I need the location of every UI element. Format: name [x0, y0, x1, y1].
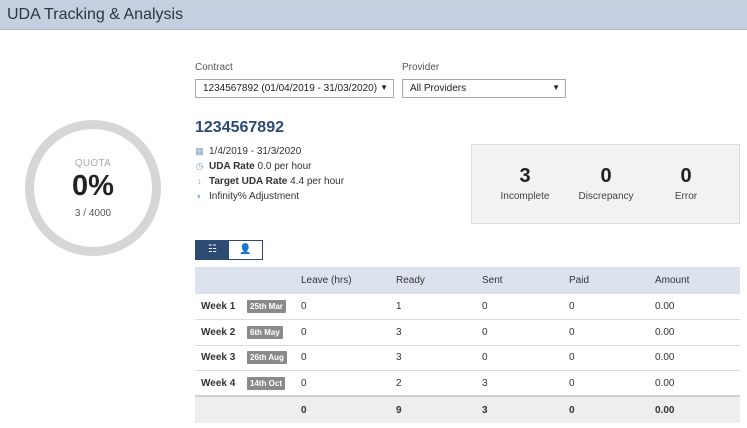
header-leave: Leave (hrs)	[301, 267, 396, 294]
contract-date-range: ▦ 1/4/2019 - 31/3/2020	[195, 146, 301, 157]
cell-paid: 0	[569, 345, 655, 372]
cell-leave: 0	[301, 370, 396, 397]
table-row[interactable]: Week 1 25th Mar 0 1 0 0 0.00	[195, 294, 740, 321]
header-amount: Amount	[655, 267, 740, 294]
cell-amount: 0.00	[655, 319, 740, 346]
cell-ready: 3	[396, 319, 482, 346]
stat-incomplete[interactable]: 3 Incomplete	[480, 165, 570, 202]
cell-amount: 0.00	[655, 345, 740, 372]
cell-leave: 0	[301, 294, 396, 321]
cell-paid: 0	[569, 294, 655, 321]
total-paid: 0	[569, 395, 655, 424]
date-badge: 6th May	[247, 325, 283, 339]
stat-value: 0	[680, 165, 692, 187]
week-label: Week 3	[195, 345, 247, 372]
header-sent: Sent	[482, 267, 569, 294]
uda-rate-value: 0.0 per hour	[257, 161, 312, 172]
total-amount: 0.00	[655, 395, 740, 424]
target-rate-row: ↓ Target UDA Rate 4.4 per hour	[195, 176, 344, 187]
contract-select[interactable]: 1234567892 (01/04/2019 - 31/03/2020) ▼	[195, 79, 394, 98]
provider-select-value: All Providers	[410, 83, 467, 94]
table-row[interactable]: Week 2 6th May 0 3 0 0 0.00	[195, 319, 740, 346]
stat-discrepancy[interactable]: 0 Discrepancy	[561, 165, 651, 202]
cell-sent: 3	[482, 370, 569, 397]
header-date	[247, 267, 301, 294]
contract-number: 1234567892	[195, 119, 284, 136]
date-range-text: 1/4/2019 - 31/3/2020	[209, 146, 302, 157]
totals-blank	[247, 395, 301, 424]
quota-percent: 0%	[72, 170, 114, 202]
view-toggle: ☷ 👤	[195, 240, 263, 260]
calendar-icon: ▦	[195, 146, 204, 156]
cell-leave: 0	[301, 345, 396, 372]
chevron-down-icon: ▼	[380, 83, 388, 92]
stat-label: Incomplete	[500, 191, 550, 202]
cell-ready: 3	[396, 345, 482, 372]
title-bar: UDA Tracking & Analysis	[0, 0, 747, 30]
week-label: Week 4	[195, 370, 247, 397]
week-label: Week 1	[195, 294, 247, 321]
stat-label: Discrepancy	[578, 191, 634, 202]
adjustment-text: Infinity% Adjustment	[209, 191, 300, 202]
date-badge: 26th Aug	[247, 351, 287, 365]
header-ready: Ready	[396, 267, 482, 294]
cell-sent: 0	[482, 345, 569, 372]
target-rate-value: 4.4 per hour	[290, 176, 345, 187]
target-rate-label: Target UDA Rate	[209, 176, 288, 187]
uda-rate-row: ◷ UDA Rate 0.0 per hour	[195, 161, 312, 172]
cell-ready-link[interactable]: 1	[396, 294, 482, 321]
list-icon: ☷	[208, 244, 217, 255]
cell-amount: 0.00	[655, 294, 740, 321]
stats-panel: 3 Incomplete 0 Discrepancy 0 Error	[471, 144, 740, 224]
list-view-button[interactable]: ☷	[196, 241, 229, 259]
date-badge: 14th Oct	[247, 376, 286, 390]
total-sent: 3	[482, 395, 569, 424]
contract-label: Contract	[195, 62, 233, 73]
cell-sent: 0	[482, 294, 569, 321]
contract-select-value: 1234567892 (01/04/2019 - 31/03/2020)	[203, 83, 378, 94]
table-header-row: Leave (hrs) Ready Sent Paid Amount	[195, 267, 740, 294]
date-badge: 25th Mar	[247, 300, 286, 314]
adjustment-row: ◐ Infinity% Adjustment	[195, 191, 299, 202]
totals-blank	[195, 395, 247, 424]
cell-leave: 0	[301, 319, 396, 346]
weekly-table: Leave (hrs) Ready Sent Paid Amount Week …	[195, 267, 740, 424]
stat-value: 0	[600, 165, 612, 187]
stat-error[interactable]: 0 Error	[641, 165, 731, 202]
cell-paid: 0	[569, 319, 655, 346]
stat-value: 3	[519, 165, 531, 187]
person-view-button[interactable]: 👤	[229, 241, 262, 259]
half-circle-icon: ◐	[196, 191, 203, 201]
week-label: Week 2	[195, 319, 247, 346]
table-row[interactable]: Week 3 26th Aug 0 3 0 0 0.00	[195, 345, 740, 372]
chevron-down-icon: ▼	[552, 83, 560, 92]
total-ready: 9	[396, 395, 482, 424]
cell-amount: 0.00	[655, 370, 740, 397]
uda-rate-label: UDA Rate	[209, 161, 255, 172]
header-paid: Paid	[569, 267, 655, 294]
stat-label: Error	[674, 191, 698, 202]
table-row[interactable]: Week 4 14th Oct 0 2 3 0 0.00	[195, 370, 740, 397]
clock-icon: ◷	[195, 161, 204, 171]
totals-row: 0 9 3 0 0.00	[195, 395, 740, 424]
total-leave: 0	[301, 395, 396, 424]
user-icon: 👤	[239, 244, 252, 255]
page-title: UDA Tracking & Analysis	[7, 6, 184, 23]
cell-ready: 2	[396, 370, 482, 397]
quota-fraction: 3 / 4000	[74, 208, 112, 219]
cell-paid: 0	[569, 370, 655, 397]
cell-sent: 0	[482, 319, 569, 346]
quota-label: QUOTA	[74, 158, 112, 169]
arrow-down-icon: ↓	[197, 176, 202, 186]
header-week	[195, 267, 247, 294]
provider-select[interactable]: All Providers ▼	[402, 79, 566, 98]
provider-label: Provider	[402, 62, 440, 73]
